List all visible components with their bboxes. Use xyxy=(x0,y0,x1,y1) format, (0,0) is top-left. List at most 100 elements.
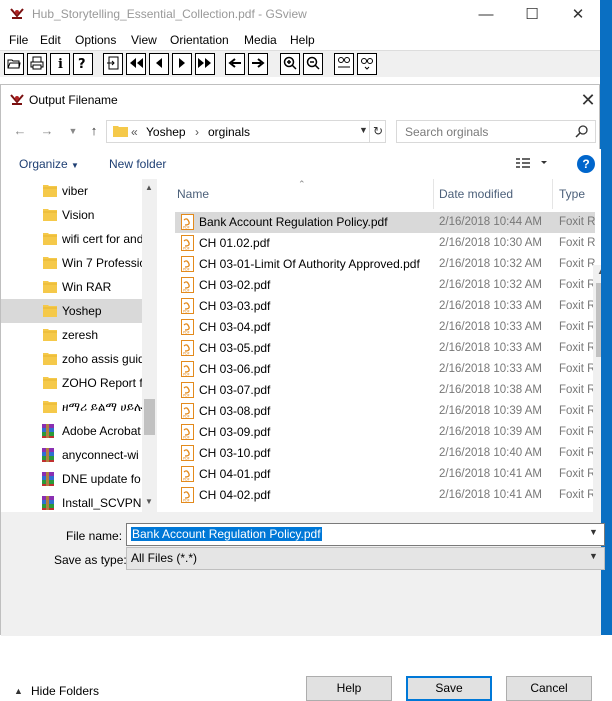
sidebar-item[interactable]: Install_SCVPNL xyxy=(1,491,142,512)
sidebar-item[interactable]: ዘማሪ ይልማ ሀይሉ xyxy=(1,395,142,419)
file-row[interactable]: PDF CH 03-03.pdf 2/16/2018 10:33 AM Foxit R xyxy=(175,296,595,317)
address-bar[interactable]: « Yoshep › orginals ▼ ↻ xyxy=(106,120,386,143)
sidebar-item[interactable]: viber xyxy=(1,179,142,203)
sidebar-item[interactable]: Win 7 Professic xyxy=(1,251,142,275)
find-next-icon[interactable] xyxy=(357,53,377,75)
search-icon xyxy=(575,124,589,141)
save-as-type-dropdown-icon[interactable]: ▼ xyxy=(589,551,598,561)
breadcrumb-orginals[interactable]: orginals xyxy=(208,125,250,139)
file-type: Foxit R xyxy=(559,237,596,249)
file-row[interactable]: PDF Bank Account Regulation Policy.pdf 2/1… xyxy=(175,212,595,233)
breadcrumb-separator[interactable]: › xyxy=(195,125,199,139)
sidebar-item[interactable]: Yoshep xyxy=(1,299,142,323)
file-name-input[interactable]: Bank Account Regulation Policy.pdf xyxy=(131,527,322,541)
file-row[interactable]: PDF CH 01.02.pdf 2/16/2018 10:30 AM Foxit R xyxy=(175,233,595,254)
up-folder-icon[interactable]: ↑ xyxy=(83,121,105,141)
menu-view[interactable]: View xyxy=(131,33,157,47)
first-page-icon[interactable] xyxy=(126,53,146,75)
menu-edit[interactable]: Edit xyxy=(40,33,61,47)
file-row[interactable]: PDF CH 03-10.pdf 2/16/2018 10:40 AM Foxit R xyxy=(175,443,595,464)
search-box[interactable]: Search orginals xyxy=(396,120,596,143)
close-window-button[interactable]: ✕ xyxy=(555,0,601,30)
save-button[interactable]: Save xyxy=(406,676,492,701)
last-page-icon[interactable] xyxy=(195,53,215,75)
file-row[interactable]: PDF CH 03-01-Limit Of Authority Approved.… xyxy=(175,254,595,275)
previous-page-icon[interactable] xyxy=(149,53,169,75)
dialog-close-button[interactable]: ✕ xyxy=(575,87,601,113)
sidebar-scrollbar[interactable]: ▲ ▼ xyxy=(142,179,157,512)
new-folder-button[interactable]: New folder xyxy=(109,157,166,171)
sidebar-scroll-thumb[interactable] xyxy=(144,399,155,435)
recent-locations-chevron-icon[interactable]: ▼ xyxy=(62,121,84,141)
sidebar-item[interactable]: wifi cert for and xyxy=(1,227,142,251)
folder-icon xyxy=(113,124,128,141)
forward-nav-icon[interactable]: → xyxy=(36,121,58,141)
scroll-up-icon[interactable]: ▲ xyxy=(145,183,153,192)
column-divider[interactable] xyxy=(552,179,553,209)
breadcrumb-yoshep[interactable]: Yoshep xyxy=(146,125,186,139)
file-row[interactable]: PDF CH 03-09.pdf 2/16/2018 10:39 AM Foxit R xyxy=(175,422,595,443)
zoom-in-icon[interactable] xyxy=(280,53,300,75)
file-row[interactable]: PDF CH 03-05.pdf 2/16/2018 10:33 AM Foxit R xyxy=(175,338,595,359)
sidebar-item[interactable]: anyconnect-wi xyxy=(1,443,142,467)
minimize-button[interactable]: — xyxy=(463,0,509,30)
forward-arrow-icon[interactable] xyxy=(248,53,268,75)
scroll-down-icon[interactable]: ▼ xyxy=(145,497,153,506)
breadcrumb-overflow[interactable]: « xyxy=(131,125,138,139)
zoom-out-icon[interactable] xyxy=(303,53,323,75)
column-header-date[interactable]: Date modified xyxy=(439,187,513,201)
sidebar-item[interactable]: DNE update fo xyxy=(1,467,142,491)
file-name-field[interactable]: Bank Account Regulation Policy.pdf ▼ xyxy=(126,523,605,546)
sidebar-item[interactable]: zeresh xyxy=(1,323,142,347)
svg-text:i: i xyxy=(58,57,63,70)
view-options-icon[interactable] xyxy=(515,156,549,173)
file-row[interactable]: PDF CH 03-08.pdf 2/16/2018 10:39 AM Foxit R xyxy=(175,401,595,422)
file-name-dropdown-icon[interactable]: ▼ xyxy=(589,527,598,537)
address-dropdown-icon[interactable]: ▼ xyxy=(359,125,368,135)
back-arrow-icon[interactable] xyxy=(225,53,245,75)
dialog-help-icon[interactable]: ? xyxy=(577,155,595,173)
file-name: CH 03-08.pdf xyxy=(199,404,271,418)
menu-media[interactable]: Media xyxy=(244,33,277,47)
file-row[interactable]: PDF CH 04-02.pdf 2/16/2018 10:41 AM Foxit R xyxy=(175,485,595,506)
next-page-icon[interactable] xyxy=(172,53,192,75)
file-row[interactable]: PDF CH 04-01.pdf 2/16/2018 10:41 AM Foxit R xyxy=(175,464,595,485)
file-row[interactable]: PDF CH 03-02.pdf 2/16/2018 10:32 AM Foxit R xyxy=(175,275,595,296)
sidebar-item[interactable]: ZOHO Report f xyxy=(1,371,142,395)
file-row[interactable]: PDF CH 03-07.pdf 2/16/2018 10:38 AM Foxit R xyxy=(175,380,595,401)
save-as-type-select[interactable]: All Files (*.*) ▼ xyxy=(126,547,605,570)
goto-page-icon[interactable] xyxy=(103,53,123,75)
back-nav-icon[interactable]: ← xyxy=(9,121,31,141)
sidebar-item[interactable]: zoho assis guid xyxy=(1,347,142,371)
print-icon[interactable] xyxy=(27,53,47,75)
menu-help[interactable]: Help xyxy=(290,33,315,47)
column-header-name[interactable]: Name xyxy=(177,187,209,201)
scroll-up-icon[interactable]: ▲ xyxy=(597,267,601,276)
column-header-type[interactable]: Type xyxy=(559,187,585,201)
info-icon[interactable]: i xyxy=(50,53,70,75)
help-button[interactable]: Help xyxy=(306,676,392,701)
find-text-icon[interactable] xyxy=(334,53,354,75)
organize-button[interactable]: Organize ▼ xyxy=(19,157,79,171)
menu-options[interactable]: Options xyxy=(75,33,116,47)
hide-folders-button[interactable]: Hide Folders xyxy=(31,684,99,698)
sidebar-item[interactable]: Vision xyxy=(1,203,142,227)
hide-folders-up-icon[interactable]: ▲ xyxy=(14,686,23,696)
maximize-button[interactable]: ☐ xyxy=(509,0,555,30)
sidebar-item[interactable]: Adobe Acrobat xyxy=(1,419,142,443)
column-divider[interactable] xyxy=(433,179,434,209)
file-row[interactable]: PDF CH 03-06.pdf 2/16/2018 10:33 AM Foxit R xyxy=(175,359,595,380)
cancel-button[interactable]: Cancel xyxy=(506,676,592,701)
open-folder-icon[interactable] xyxy=(4,53,24,75)
sidebar-item[interactable]: Win RAR xyxy=(1,275,142,299)
refresh-icon[interactable]: ↻ xyxy=(369,121,386,142)
file-list-vertical-scrollbar[interactable]: ▲ ▼ xyxy=(593,265,601,512)
file-list-scroll-thumb[interactable] xyxy=(596,283,601,357)
search-input[interactable]: Search orginals xyxy=(405,125,488,139)
sidebar-item-label: zeresh xyxy=(62,328,99,342)
pdf-file-icon: PDF xyxy=(181,256,194,275)
menu-file[interactable]: File xyxy=(9,33,28,47)
file-row[interactable]: PDF CH 03-04.pdf 2/16/2018 10:33 AM Foxit R xyxy=(175,317,595,338)
help-icon[interactable]: ? xyxy=(73,53,93,75)
menu-orientation[interactable]: Orientation xyxy=(170,33,229,47)
